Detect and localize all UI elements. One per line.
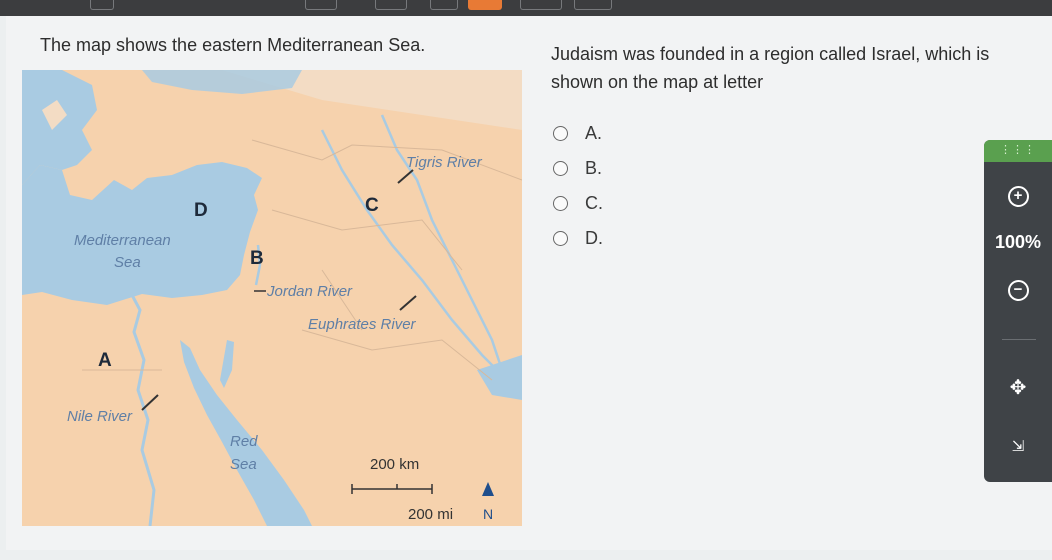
pan-button[interactable]: ✥ [1002, 371, 1034, 403]
toolbar-tab[interactable] [430, 0, 458, 10]
radio-button-a[interactable] [553, 126, 568, 141]
toolbar-tab[interactable] [520, 0, 562, 10]
toolbar-tab[interactable] [375, 0, 407, 10]
zoom-toolbar: ⋮⋮⋮ + 100% − ✥ ⇲ [984, 140, 1052, 482]
radio-button-b[interactable] [553, 161, 568, 176]
map-letter-a: A [98, 350, 112, 371]
move-arrows-icon: ✥ [1009, 376, 1027, 399]
collapse-arrows-icon: ⇲ [1011, 438, 1025, 455]
mediterranean-label-line2: Sea [114, 254, 141, 271]
active-toolbar-tab[interactable] [468, 0, 502, 10]
grip-icon[interactable]: ⋮⋮⋮ [984, 140, 1052, 162]
radio-button-c[interactable] [553, 196, 568, 211]
zoom-in-button[interactable]: + [1002, 180, 1034, 212]
option-d-label: D. [585, 228, 603, 248]
option-b-label: B. [585, 158, 603, 178]
scale-mi-label: 200 mi [408, 506, 454, 523]
zoom-out-button[interactable]: − [1002, 274, 1034, 306]
map-letter-b: B [250, 248, 264, 269]
question-stem: Judaism was founded in a region called I… [551, 44, 990, 92]
zoom-level: 100% [994, 232, 1042, 252]
scale-km-label: 200 km [370, 456, 420, 473]
option-a-label: A. [585, 123, 603, 143]
browser-top-bar [0, 0, 1052, 16]
red-sea-label-line1: Red [230, 433, 258, 450]
map-description: The map shows the eastern Mediterranean … [40, 35, 426, 55]
jordan-river-label: Jordan River [267, 283, 353, 300]
tigris-river-label: Tigris River [406, 154, 482, 171]
radio-button-d[interactable] [553, 231, 568, 246]
option-a[interactable]: A. [553, 116, 603, 151]
map-letter-d: D [194, 200, 208, 221]
nile-river-label: Nile River [67, 408, 133, 425]
minus-circle-icon: − [1007, 279, 1029, 301]
option-c[interactable]: C. [553, 186, 603, 221]
toolbar-tab[interactable] [90, 0, 114, 10]
red-sea-label-line2: Sea [230, 456, 257, 473]
option-b[interactable]: B. [553, 151, 603, 186]
toolbar-divider [1002, 339, 1036, 340]
north-arrow-icon: N [483, 506, 494, 522]
collapse-button[interactable]: ⇲ [1002, 430, 1034, 462]
euphrates-river-label: Euphrates River [308, 316, 416, 333]
answer-options: A. B. C. D. [553, 116, 603, 256]
option-d[interactable]: D. [553, 221, 603, 256]
option-c-label: C. [585, 193, 603, 213]
toolbar-tab[interactable] [574, 0, 612, 10]
map-letter-c: C [365, 195, 379, 216]
map-image: D C B A Mediterranean Sea Red Sea Tigris… [22, 70, 522, 526]
toolbar-tab[interactable] [305, 0, 337, 10]
plus-circle-icon: + [1007, 185, 1029, 207]
mediterranean-label-line1: Mediterranean [74, 232, 171, 249]
